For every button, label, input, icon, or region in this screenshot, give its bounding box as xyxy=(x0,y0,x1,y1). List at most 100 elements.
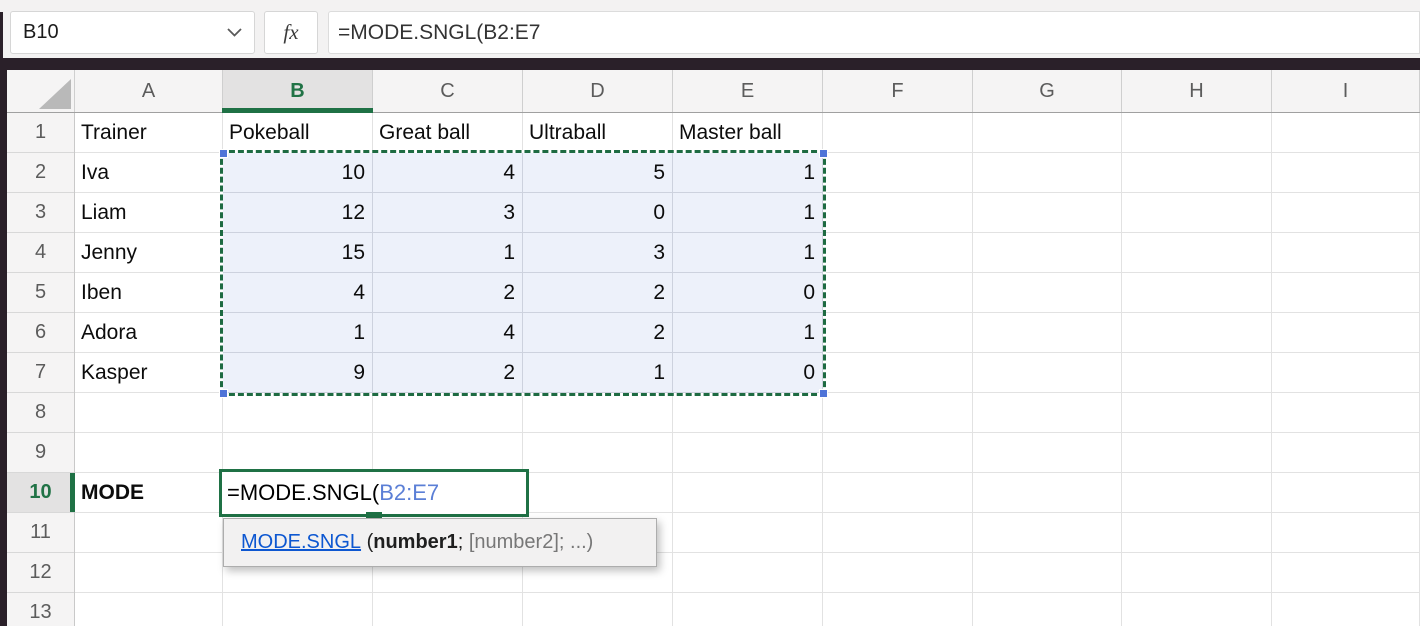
cell-H6[interactable] xyxy=(1122,313,1272,353)
selection-handle-bottom-right[interactable] xyxy=(819,389,828,398)
cell-A9[interactable] xyxy=(75,433,223,473)
cell-E5[interactable]: 0 xyxy=(673,273,823,313)
cell-A8[interactable] xyxy=(75,393,223,433)
cell-F3[interactable] xyxy=(823,193,973,233)
column-header-C[interactable]: C xyxy=(373,70,523,112)
cell-H10[interactable] xyxy=(1122,473,1272,513)
cell-E13[interactable] xyxy=(673,593,823,626)
cell-F9[interactable] xyxy=(823,433,973,473)
cell-A7[interactable]: Kasper xyxy=(75,353,223,393)
cell-A6[interactable]: Adora xyxy=(75,313,223,353)
select-all-button[interactable] xyxy=(7,70,75,112)
row-header-4[interactable]: 4 xyxy=(7,233,74,273)
selection-handle-top-left[interactable] xyxy=(219,149,228,158)
insert-function-button[interactable]: fx xyxy=(264,11,318,54)
cell-B7[interactable]: 9 xyxy=(223,353,373,393)
cell-I5[interactable] xyxy=(1272,273,1420,313)
name-box[interactable]: B10 xyxy=(10,11,255,54)
cell-H4[interactable] xyxy=(1122,233,1272,273)
selection-handle-top-right[interactable] xyxy=(819,149,828,158)
cell-B6[interactable]: 1 xyxy=(223,313,373,353)
cell-E7[interactable]: 0 xyxy=(673,353,823,393)
cell-A1[interactable]: Trainer xyxy=(75,113,223,153)
cell-F12[interactable] xyxy=(823,553,973,593)
column-header-D[interactable]: D xyxy=(523,70,673,112)
row-header-5[interactable]: 5 xyxy=(7,273,74,313)
row-header-8[interactable]: 8 xyxy=(7,393,74,433)
cell-G5[interactable] xyxy=(973,273,1122,313)
cell-I3[interactable] xyxy=(1272,193,1420,233)
cell-F10[interactable] xyxy=(823,473,973,513)
cell-I6[interactable] xyxy=(1272,313,1420,353)
cell-F11[interactable] xyxy=(823,513,973,553)
cell-B1[interactable]: Pokeball xyxy=(223,113,373,153)
cell-E10[interactable] xyxy=(673,473,823,513)
cell-D1[interactable]: Ultraball xyxy=(523,113,673,153)
cell-D4[interactable]: 3 xyxy=(523,233,673,273)
row-header-11[interactable]: 11 xyxy=(7,513,74,553)
cell-D8[interactable] xyxy=(523,393,673,433)
cell-E12[interactable] xyxy=(673,553,823,593)
row-header-1[interactable]: 1 xyxy=(7,113,74,153)
cell-E8[interactable] xyxy=(673,393,823,433)
cell-A2[interactable]: Iva xyxy=(75,153,223,193)
cell-I2[interactable] xyxy=(1272,153,1420,193)
column-header-F[interactable]: F xyxy=(823,70,973,112)
cell-A12[interactable] xyxy=(75,553,223,593)
cell-C8[interactable] xyxy=(373,393,523,433)
cell-G9[interactable] xyxy=(973,433,1122,473)
cell-G2[interactable] xyxy=(973,153,1122,193)
cell-C4[interactable]: 1 xyxy=(373,233,523,273)
cell-F13[interactable] xyxy=(823,593,973,626)
cell-F6[interactable] xyxy=(823,313,973,353)
cell-D5[interactable]: 2 xyxy=(523,273,673,313)
column-header-H[interactable]: H xyxy=(1122,70,1272,112)
cell-F4[interactable] xyxy=(823,233,973,273)
column-header-G[interactable]: G xyxy=(973,70,1122,112)
row-header-6[interactable]: 6 xyxy=(7,313,74,353)
chevron-down-icon[interactable] xyxy=(227,28,242,37)
formula-bar[interactable]: =MODE.SNGL(B2:E7 xyxy=(328,11,1420,54)
selection-handle-bottom-left[interactable] xyxy=(219,389,228,398)
cell-D3[interactable]: 0 xyxy=(523,193,673,233)
cell-H2[interactable] xyxy=(1122,153,1272,193)
cell-B13[interactable] xyxy=(223,593,373,626)
cell-D13[interactable] xyxy=(523,593,673,626)
cell-E4[interactable]: 1 xyxy=(673,233,823,273)
cell-C1[interactable]: Great ball xyxy=(373,113,523,153)
function-name-link[interactable]: MODE.SNGL xyxy=(241,531,361,554)
cell-E3[interactable]: 1 xyxy=(673,193,823,233)
cell-G8[interactable] xyxy=(973,393,1122,433)
cell-C3[interactable]: 3 xyxy=(373,193,523,233)
cell-G3[interactable] xyxy=(973,193,1122,233)
column-header-E[interactable]: E xyxy=(673,70,823,112)
column-header-B[interactable]: B xyxy=(223,70,373,112)
row-header-3[interactable]: 3 xyxy=(7,193,74,233)
cell-E1[interactable]: Master ball xyxy=(673,113,823,153)
cell-B9[interactable] xyxy=(223,433,373,473)
row-header-12[interactable]: 12 xyxy=(7,553,74,593)
cell-C5[interactable]: 2 xyxy=(373,273,523,313)
cell-D2[interactable]: 5 xyxy=(523,153,673,193)
cell-H7[interactable] xyxy=(1122,353,1272,393)
cell-E2[interactable]: 1 xyxy=(673,153,823,193)
cell-F7[interactable] xyxy=(823,353,973,393)
row-header-2[interactable]: 2 xyxy=(7,153,74,193)
cell-I10[interactable] xyxy=(1272,473,1420,513)
cell-I12[interactable] xyxy=(1272,553,1420,593)
cell-H9[interactable] xyxy=(1122,433,1272,473)
cell-I7[interactable] xyxy=(1272,353,1420,393)
cell-E11[interactable] xyxy=(673,513,823,553)
cell-I11[interactable] xyxy=(1272,513,1420,553)
cell-C9[interactable] xyxy=(373,433,523,473)
cell-G1[interactable] xyxy=(973,113,1122,153)
cell-A4[interactable]: Jenny xyxy=(75,233,223,273)
cell-G7[interactable] xyxy=(973,353,1122,393)
cell-G12[interactable] xyxy=(973,553,1122,593)
cell-I9[interactable] xyxy=(1272,433,1420,473)
cell-H8[interactable] xyxy=(1122,393,1272,433)
cell-E6[interactable]: 1 xyxy=(673,313,823,353)
row-header-9[interactable]: 9 xyxy=(7,433,74,473)
cell-I8[interactable] xyxy=(1272,393,1420,433)
cell-H13[interactable] xyxy=(1122,593,1272,626)
